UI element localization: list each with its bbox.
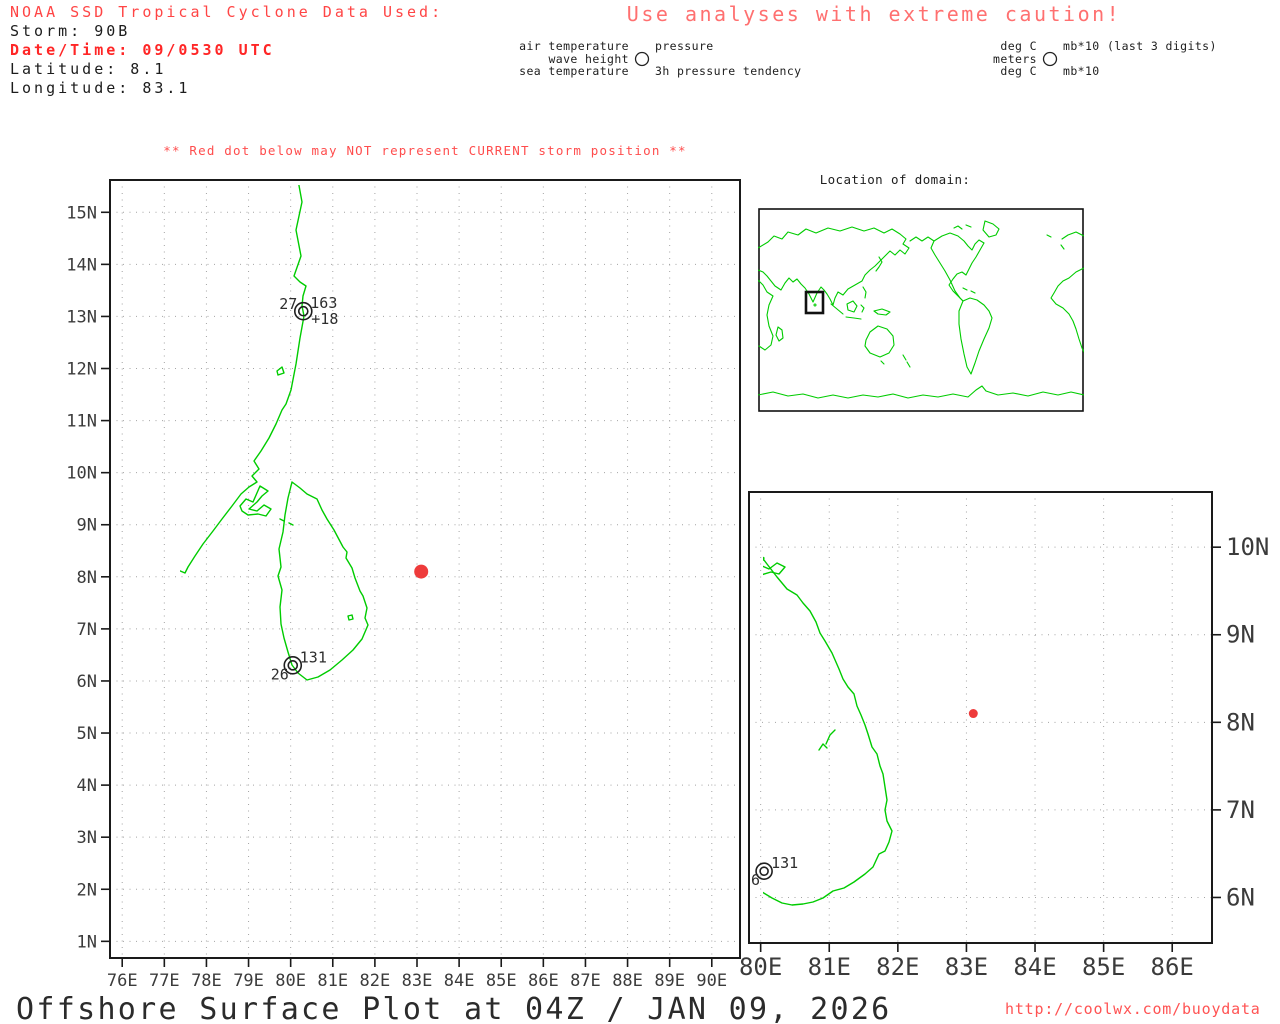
station-circle-icon	[634, 51, 650, 66]
legend-pressure-label: pressure	[655, 39, 714, 53]
legend-sea-unit: deg C	[1000, 64, 1037, 78]
sri-lanka-world-dot	[813, 303, 817, 307]
y-tick-label: 5N	[77, 724, 97, 744]
station-sea-temperature: 26	[271, 665, 289, 683]
y-tick-label: 3N	[77, 828, 97, 848]
x-tick-label: 82E	[360, 971, 391, 991]
y-tick-label: 8N	[1226, 708, 1255, 736]
y-tick-label: 9N	[77, 516, 97, 536]
legend-tendency-label: 3h pressure tendency	[655, 64, 802, 78]
x-tick-label: 83E	[945, 953, 988, 981]
y-tick-label: 8N	[77, 568, 97, 588]
x-tick-label: 78E	[191, 971, 222, 991]
y-tick-label: 6N	[77, 672, 97, 692]
y-tick-label: 1N	[77, 932, 97, 952]
sri-lanka-east-coastline	[763, 557, 893, 906]
station-pressure-tendency: +18	[311, 310, 338, 328]
legend-air-unit: deg C	[1000, 39, 1037, 53]
station-circle-inner	[759, 866, 769, 876]
x-tick-label: 86E	[528, 971, 559, 991]
islet	[279, 518, 285, 522]
storm-info-block: NOAA SSD Tropical Cyclone Data Used: Sto…	[10, 3, 443, 98]
x-tick-label: 81E	[317, 971, 348, 991]
station-model-legend-units: deg C meters deg C mb*10 (last 3 digits)…	[975, 40, 1217, 78]
storm-position-dot	[414, 564, 429, 579]
offshore-surface-plot-page: NOAA SSD Tropical Cyclone Data Used: Sto…	[0, 0, 1280, 1024]
lagoon-arc	[825, 729, 836, 745]
x-tick-label: 80E	[275, 971, 306, 991]
zoom-observations: 26 131	[742, 709, 978, 889]
legend-pressure-unit: mb*10 (last 3 digits)	[1063, 39, 1217, 53]
zoom-grid	[749, 492, 1212, 943]
datetime-line: Date/Time: 09/0530 UTC	[10, 41, 275, 59]
y-tick-label: 11N	[66, 412, 97, 432]
x-tick-label: 85E	[486, 971, 517, 991]
inset-title: Location of domain:	[819, 172, 971, 187]
longitude-line: Longitude: 83.1	[10, 79, 191, 97]
x-tick-label: 84E	[444, 971, 475, 991]
y-tick-label: 7N	[1226, 796, 1255, 824]
x-tick-label: 83E	[402, 971, 433, 991]
y-tick-label: 6N	[1226, 883, 1255, 911]
zoom-axes: 80E 81E 82E 83E 84E 85E 86E 6N 7N 8N 9N 10N	[739, 533, 1269, 981]
y-tick-label: 4N	[77, 776, 97, 796]
x-tick-label: 76E	[107, 971, 138, 991]
station-pressure: 131	[771, 854, 798, 872]
small-island	[276, 366, 285, 376]
main-axes: 76E 77E 78E 79E 80E 81E 82E 83E 84E 85E 86E 87E 88E 8…	[66, 203, 727, 991]
islet	[347, 614, 354, 621]
coast-bump	[818, 743, 828, 751]
station-circle-icon	[1042, 51, 1058, 66]
station-air-temperature: 27	[279, 295, 297, 313]
station-sea-temperature: 26	[742, 871, 760, 889]
latitude-line: Latitude: 8.1	[10, 60, 167, 78]
data-source-line: NOAA SSD Tropical Cyclone Data Used:	[10, 3, 444, 21]
y-tick-label: 10N	[1226, 533, 1269, 561]
y-tick-label: 2N	[77, 880, 97, 900]
x-tick-label: 82E	[876, 953, 919, 981]
x-tick-label: 90E	[696, 971, 727, 991]
inset-frame	[758, 208, 1084, 412]
x-tick-label: 79E	[233, 971, 264, 991]
station-pressure: 131	[300, 648, 327, 666]
y-tick-label: 15N	[66, 203, 97, 223]
x-tick-label: 81E	[808, 953, 851, 981]
y-tick-label: 12N	[66, 360, 97, 380]
x-tick-label: 88E	[612, 971, 643, 991]
world-map-inset	[758, 208, 1084, 412]
x-tick-label: 85E	[1082, 953, 1125, 981]
x-tick-label: 77E	[149, 971, 180, 991]
y-tick-label: 10N	[66, 464, 97, 484]
x-tick-label: 89E	[654, 971, 685, 991]
storm-position-dot	[968, 709, 978, 719]
domain-box	[804, 290, 825, 315]
main-map-plot: 27 163+1826131 76E 77E 78E 79E 80E 81E 82E 83E 84…	[66, 179, 741, 991]
legend-sea-temperature-label: sea temperature	[519, 64, 629, 78]
islet	[288, 522, 294, 526]
y-tick-label: 13N	[66, 307, 97, 327]
zoom-coastlines	[763, 556, 893, 906]
storm-position-warning: ** Red dot below may NOT represent CURRE…	[163, 143, 687, 158]
zoom-map-plot: 26 131 80E 81E 82E 83E 84E 85E 86E 6N 7N 8N 9N 10N	[739, 491, 1269, 981]
plot-title: Offshore Surface Plot at 04Z / JAN 09, 2…	[16, 992, 892, 1024]
y-tick-label: 14N	[66, 255, 97, 275]
storm-id-line: Storm: 90B	[10, 22, 131, 40]
main-observations: 27 163+1826131	[271, 294, 429, 683]
india-coastline	[180, 185, 307, 574]
x-tick-label: 84E	[1013, 953, 1056, 981]
main-coastlines	[180, 185, 369, 681]
y-tick-label: 7N	[77, 620, 97, 640]
x-tick-label: 86E	[1151, 953, 1194, 981]
station-model-legend-params: air temperature wave height sea temperat…	[503, 40, 801, 78]
source-url: http://coolwx.com/buoydata	[1005, 1000, 1261, 1018]
legend-air-temperature-label: air temperature	[519, 39, 629, 53]
legend-tendency-unit: mb*10	[1063, 64, 1100, 78]
y-tick-label: 9N	[1226, 621, 1255, 649]
x-tick-label: 87E	[570, 971, 601, 991]
x-tick-label: 80E	[739, 953, 782, 981]
caution-headline: Use analyses with extreme caution!	[626, 2, 1122, 26]
zoom-plot-frame	[748, 491, 1213, 944]
